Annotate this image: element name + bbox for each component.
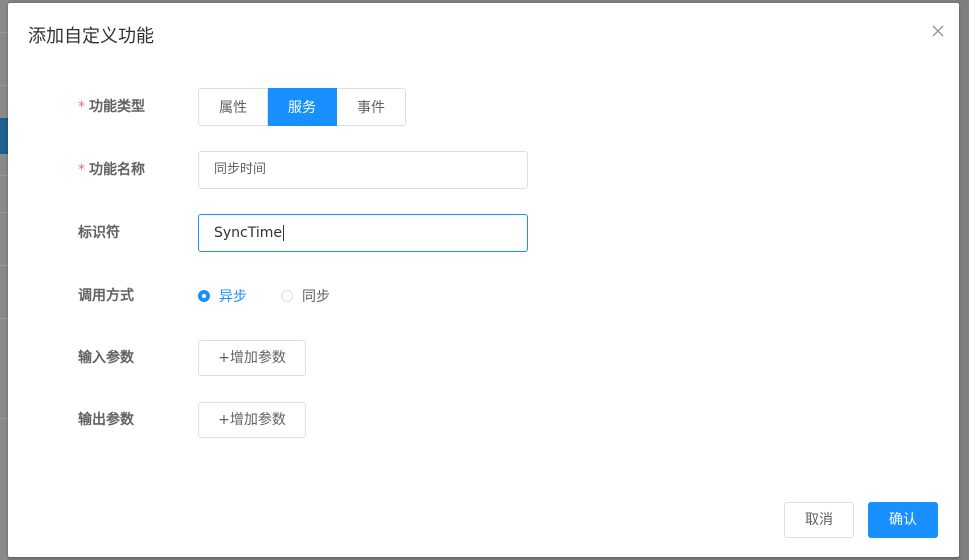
background-divider xyxy=(0,32,8,33)
function-type-option-event[interactable]: 事件 xyxy=(337,88,406,126)
radio-checked-icon xyxy=(198,290,210,302)
input-params-label: 输入参数 xyxy=(78,350,134,366)
add-input-param-button[interactable]: +增加参数 xyxy=(198,340,306,376)
function-name-label: * 功能名称 xyxy=(78,162,145,178)
function-type-segmented: 属性 服务 事件 xyxy=(198,88,406,126)
output-params-row: 输出参数 +增加参数 xyxy=(8,400,959,440)
confirm-button[interactable]: 确认 xyxy=(868,502,938,538)
call-mode-row: 调用方式 异步 同步 xyxy=(8,276,959,316)
function-name-input[interactable]: 同步时间 xyxy=(198,151,528,189)
function-type-label: * 功能类型 xyxy=(78,99,145,115)
background-divider xyxy=(0,175,8,176)
text-caret xyxy=(283,225,285,241)
identifier-input[interactable]: SyncTime xyxy=(198,214,528,252)
dialog-title: 添加自定义功能 xyxy=(28,26,154,47)
function-type-option-service[interactable]: 服务 xyxy=(268,88,337,126)
close-icon xyxy=(932,25,944,37)
background-divider xyxy=(0,85,8,86)
function-name-row: * 功能名称 同步时间 xyxy=(8,150,959,190)
identifier-label: 标识符 xyxy=(78,225,120,241)
function-type-row: * 功能类型 属性 服务 事件 xyxy=(8,87,959,127)
output-params-label: 输出参数 xyxy=(78,412,134,428)
add-output-param-button[interactable]: +增加参数 xyxy=(198,402,306,438)
radio-unchecked-icon xyxy=(281,290,293,302)
background-page xyxy=(0,0,8,560)
background-divider xyxy=(0,265,8,266)
required-mark: * xyxy=(78,162,85,178)
background-divider xyxy=(0,418,8,419)
close-button[interactable] xyxy=(931,24,945,38)
input-params-row: 输入参数 +增加参数 xyxy=(8,338,959,378)
call-mode-async-radio[interactable]: 异步 xyxy=(198,286,247,306)
call-mode-sync-radio[interactable]: 同步 xyxy=(281,286,330,306)
background-selected-row xyxy=(0,118,8,154)
cancel-button[interactable]: 取消 xyxy=(784,502,854,538)
background-divider xyxy=(0,212,8,213)
identifier-row: 标识符 SyncTime xyxy=(8,213,959,253)
function-type-option-property[interactable]: 属性 xyxy=(198,88,268,126)
background-divider xyxy=(0,318,8,319)
call-mode-label: 调用方式 xyxy=(78,288,134,304)
required-mark: * xyxy=(78,99,85,115)
call-mode-radio-group: 异步 同步 xyxy=(198,276,364,316)
add-custom-function-dialog: 添加自定义功能 * 功能类型 属性 服务 事件 * 功能名称 同步时间 标识符 Sy… xyxy=(8,3,959,557)
